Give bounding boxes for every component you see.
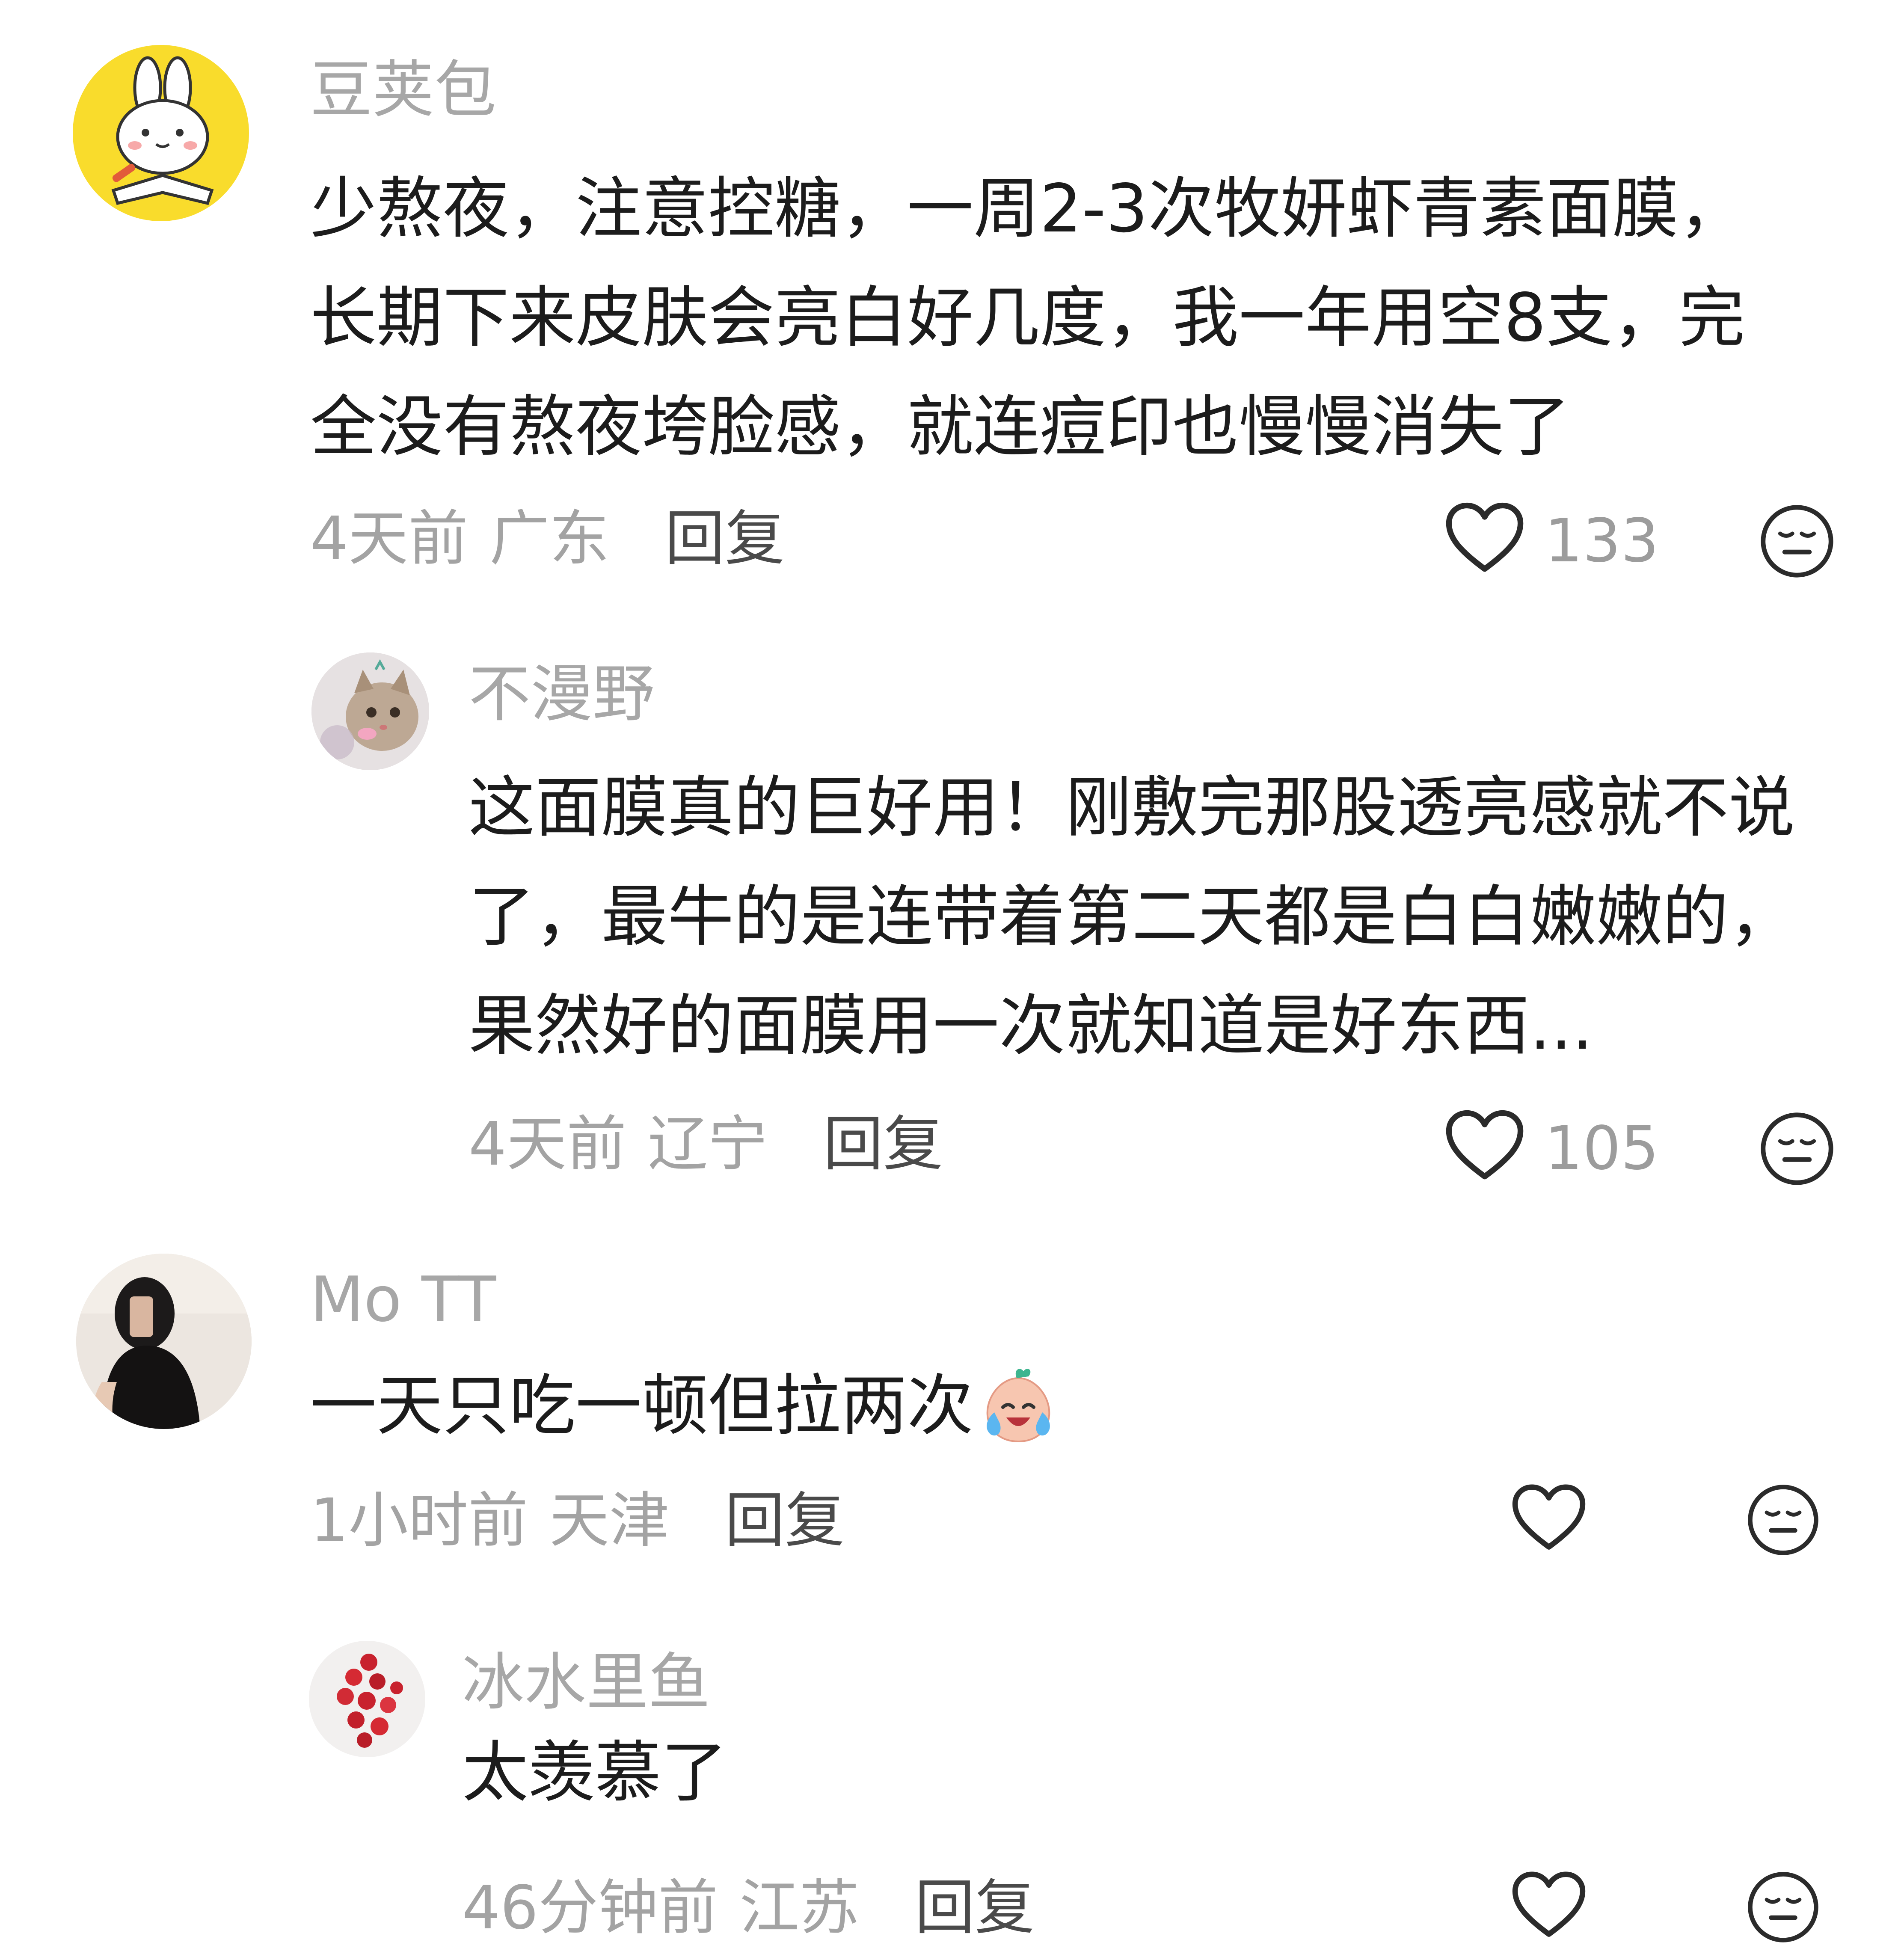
comment-meta: 1小时前 天津 回复 — [310, 1491, 845, 1551]
comment-item: Mo TT 一天只吃一顿但拉两次 1小时前 天津 回复 — [0, 1215, 1904, 1622]
dislike-button[interactable] — [1759, 1110, 1836, 1187]
user-avatar[interactable] — [309, 1641, 425, 1757]
woman-selfie-icon — [76, 1254, 252, 1429]
comment-text: 太羡慕了 — [462, 1734, 727, 1811]
meh-face-icon — [1761, 1112, 1833, 1185]
like-button[interactable] — [1510, 1870, 1587, 1940]
dislike-button[interactable] — [1759, 503, 1836, 580]
comment-text: 少熬夜，注意控糖，一周2-3次牧妍虾青素面膜，长期下来皮肤会亮白好几度，我一年用… — [310, 170, 1745, 466]
user-avatar[interactable] — [76, 1254, 252, 1429]
like-button[interactable] — [1510, 1483, 1587, 1553]
username[interactable]: Mo TT — [310, 1269, 496, 1331]
comment-meta: 4天前 辽宁 回复 — [469, 1115, 943, 1174]
username[interactable]: 冰水里鱼 — [462, 1652, 710, 1714]
username[interactable]: 豆荚包 — [310, 59, 496, 121]
comment-text: 这面膜真的巨好用！刚敷完那股透亮感就不说了，最牛的是连带着第二天都是白白嫩嫩的，… — [469, 769, 1795, 1065]
crying-laughing-peach-emoji-icon — [976, 1363, 1061, 1448]
like-button[interactable] — [1444, 1108, 1525, 1183]
comment-location: 辽宁 — [648, 1109, 768, 1179]
comment-time: 4天前 — [469, 1109, 627, 1179]
comment-time: 4天前 — [310, 504, 469, 574]
bunny-reading-icon — [111, 56, 214, 205]
reply-button[interactable]: 回复 — [915, 1878, 1035, 1938]
meh-face-icon — [1761, 505, 1833, 578]
heart-outline-icon — [1512, 1484, 1586, 1550]
heart-outline-icon — [1512, 1871, 1586, 1937]
reply-button[interactable]: 回复 — [665, 509, 785, 569]
comment-location: 广东 — [489, 504, 610, 574]
reply-item: 冰水里鱼 太羡慕了 46分钟前 江苏 回复 — [0, 1622, 1904, 1960]
heart-outline-icon — [1446, 1110, 1524, 1180]
dislike-button[interactable] — [1746, 1483, 1821, 1557]
kitten-photo-icon — [311, 652, 429, 770]
like-count: 133 — [1545, 506, 1659, 576]
comment-text: 一天只吃一顿但拉两次 — [310, 1367, 973, 1444]
reply-button[interactable]: 回复 — [823, 1115, 943, 1174]
meh-face-icon — [1748, 1872, 1818, 1942]
user-avatar[interactable] — [73, 45, 249, 221]
dislike-button[interactable] — [1746, 1870, 1821, 1945]
comment-time: 1小时前 — [310, 1486, 528, 1556]
comment-meta: 4天前 广东 回复 — [310, 509, 785, 569]
meh-face-icon — [1748, 1485, 1818, 1555]
like-button[interactable] — [1444, 501, 1525, 575]
comment-thread-screen: { "comments": [ { "username": "豆荚包", "te… — [0, 0, 1904, 1960]
comment-location: 天津 — [549, 1486, 670, 1556]
username[interactable]: 不漫野 — [469, 663, 655, 725]
heart-outline-icon — [1446, 502, 1524, 572]
comment-time: 46分钟前 — [462, 1873, 718, 1943]
reply-item: 不漫野 这面膜真的巨好用！刚敷完那股透亮感就不说了，最牛的是连带着第二天都是白白… — [0, 616, 1904, 1215]
comment-item: 豆荚包 少熬夜，注意控糖，一周2-3次牧妍虾青素面膜，长期下来皮肤会亮白好几度，… — [0, 0, 1904, 616]
comment-text-row: 一天只吃一顿但拉两次 — [310, 1363, 1061, 1448]
reply-button[interactable]: 回复 — [725, 1491, 845, 1551]
user-avatar[interactable] — [311, 652, 429, 770]
comment-meta: 46分钟前 江苏 回复 — [462, 1878, 1035, 1938]
strawberries-photo-icon — [309, 1641, 425, 1757]
like-count: 105 — [1545, 1114, 1659, 1183]
comment-location: 江苏 — [739, 1873, 860, 1943]
